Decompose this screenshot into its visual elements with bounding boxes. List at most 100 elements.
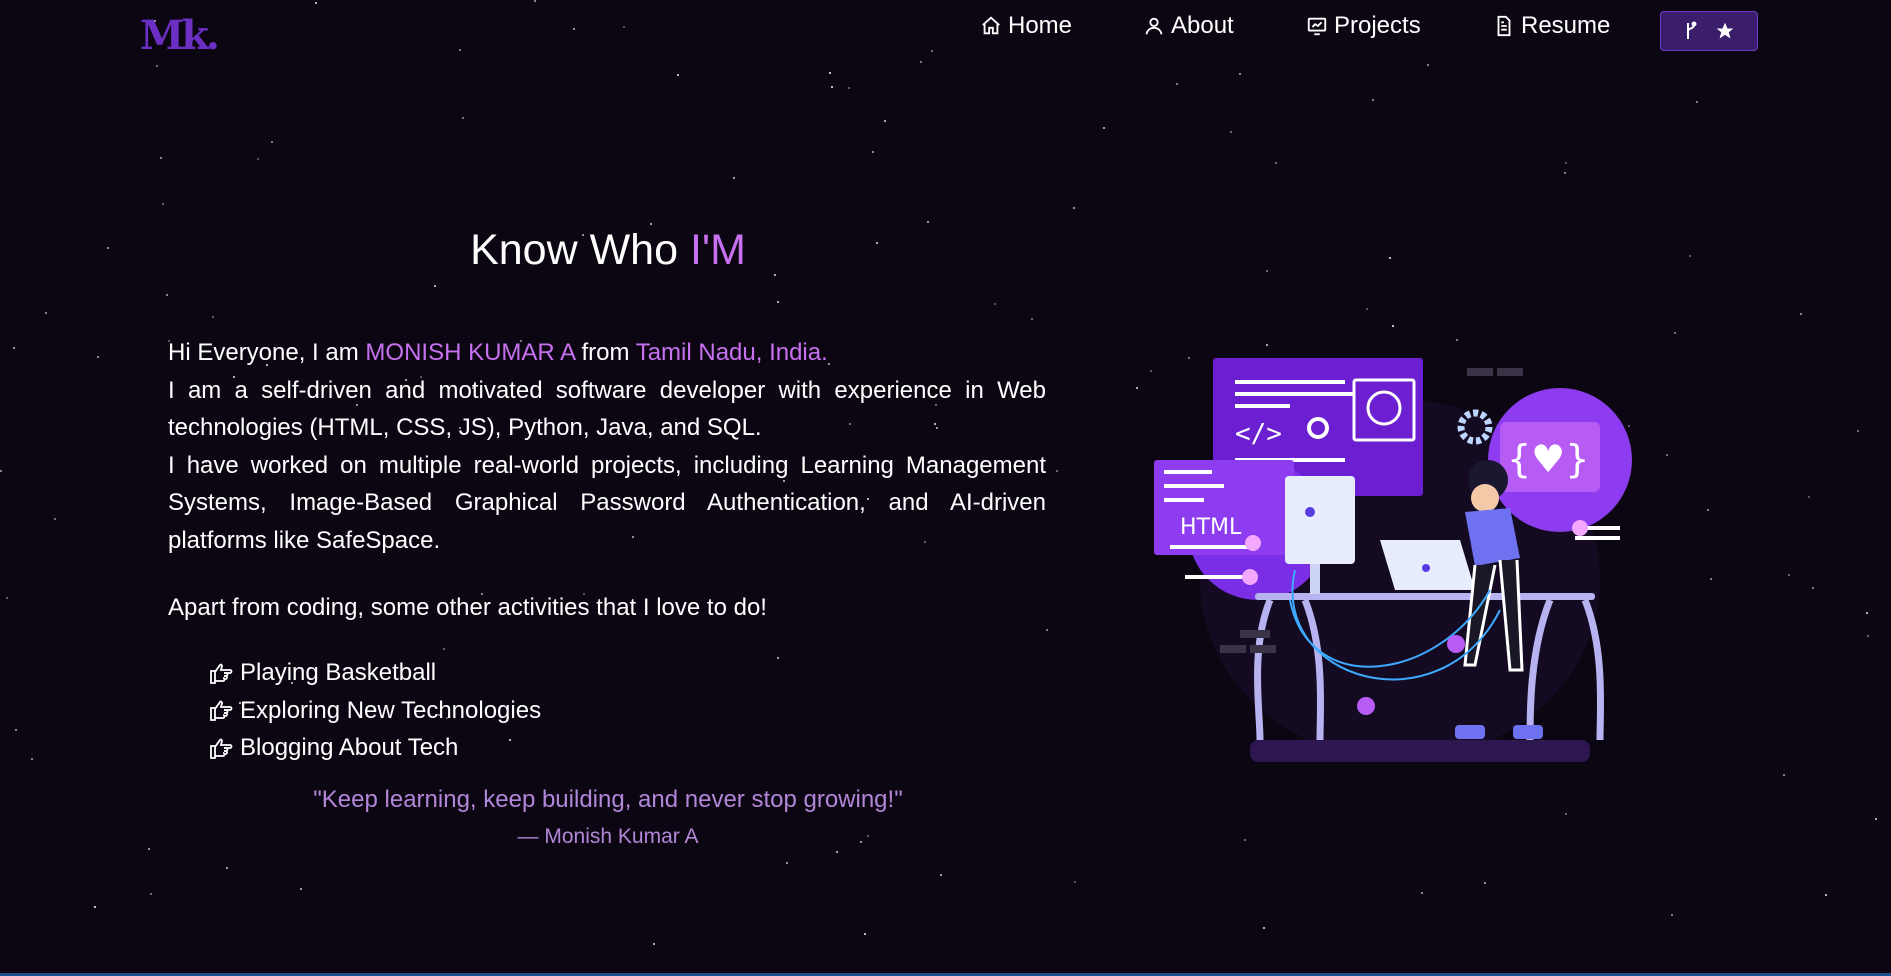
star-dot bbox=[1046, 629, 1048, 631]
star-dot bbox=[1866, 612, 1868, 614]
star-dot bbox=[1689, 255, 1691, 257]
nav-about[interactable]: About bbox=[1143, 12, 1234, 40]
star-dot bbox=[1671, 914, 1673, 916]
star-dot bbox=[534, 0, 536, 2]
heart-label: {♥} bbox=[1507, 437, 1589, 481]
star-dot bbox=[1565, 162, 1567, 164]
html-label: HTML bbox=[1180, 515, 1242, 540]
star-dot bbox=[884, 120, 886, 122]
nav-resume[interactable]: Resume bbox=[1493, 12, 1610, 40]
star-dot bbox=[0, 470, 2, 472]
star-dot bbox=[1263, 927, 1265, 929]
github-star-button[interactable] bbox=[1660, 11, 1758, 51]
activity-label: Blogging About Tech bbox=[240, 734, 459, 761]
pointing-hand-icon bbox=[210, 738, 233, 759]
star-dot bbox=[1812, 587, 1814, 589]
star-dot bbox=[733, 177, 735, 179]
star-dot bbox=[1825, 894, 1827, 896]
star-dot bbox=[777, 301, 779, 303]
star-dot bbox=[166, 294, 168, 296]
star-dot bbox=[1788, 574, 1790, 576]
activity-label: Playing Basketball bbox=[240, 659, 437, 686]
star-dot bbox=[6, 597, 8, 599]
star-dot bbox=[573, 28, 575, 30]
nav-projects-label: Projects bbox=[1334, 12, 1421, 39]
intro-line: Hi Everyone, I am MONISH KUMAR A from Ta… bbox=[168, 339, 828, 366]
star-dot bbox=[212, 316, 214, 318]
star-dot bbox=[160, 157, 162, 159]
star-dot bbox=[1800, 313, 1802, 315]
about-heading: Know Who I'M bbox=[470, 226, 746, 274]
star-dot bbox=[1875, 818, 1877, 820]
star-dot bbox=[836, 851, 838, 853]
document-icon bbox=[1497, 15, 1511, 37]
star-dot bbox=[931, 50, 933, 52]
nav-about-label: About bbox=[1171, 12, 1234, 39]
star-dot bbox=[97, 356, 99, 358]
star-dot bbox=[31, 758, 33, 760]
list-item: Exploring New Technologies bbox=[208, 692, 541, 730]
star-dot bbox=[1056, 470, 1058, 472]
star-dot bbox=[829, 72, 831, 74]
star-dot bbox=[45, 312, 47, 314]
star-dot bbox=[1421, 892, 1423, 894]
star-dot bbox=[1074, 881, 1076, 883]
star-dot bbox=[94, 906, 96, 908]
star-dot bbox=[872, 151, 874, 153]
star-dot bbox=[786, 862, 788, 864]
pointing-hand-icon bbox=[210, 700, 233, 722]
star-dot bbox=[315, 2, 317, 4]
star-dot bbox=[13, 347, 15, 349]
star-dot bbox=[162, 203, 164, 205]
star-dot bbox=[1031, 318, 1033, 320]
star-dot bbox=[1857, 430, 1859, 432]
star-icon bbox=[1716, 22, 1734, 39]
star-dot bbox=[920, 61, 922, 63]
nav-projects[interactable]: Projects bbox=[1306, 12, 1421, 40]
bio-paragraph-2: I have worked on multiple real-world pro… bbox=[168, 451, 1046, 554]
star-dot bbox=[1389, 257, 1391, 259]
chart-board-icon bbox=[1307, 17, 1327, 36]
home-icon bbox=[982, 16, 1000, 35]
site-logo[interactable]: Mk. bbox=[140, 12, 220, 59]
star-dot bbox=[257, 158, 259, 160]
activities-intro: Apart from coding, some other activities… bbox=[168, 594, 767, 621]
star-dot bbox=[1565, 813, 1567, 815]
star-dot bbox=[156, 65, 158, 67]
list-item: Playing Basketball bbox=[208, 654, 541, 692]
star-dot bbox=[1176, 83, 1178, 85]
star-dot bbox=[226, 867, 228, 869]
star-dot bbox=[650, 223, 652, 225]
star-dot bbox=[1666, 454, 1668, 456]
star-dot bbox=[1230, 131, 1232, 133]
quote-text: "Keep learning, keep building, and never… bbox=[313, 786, 903, 813]
pointing-hand-icon bbox=[210, 663, 233, 684]
list-item: Blogging About Tech bbox=[208, 729, 541, 767]
star-dot bbox=[1366, 308, 1368, 310]
bio-paragraph-1: I am a self-driven and motivated softwar… bbox=[168, 376, 1046, 442]
star-dot bbox=[1696, 101, 1698, 103]
star-dot bbox=[831, 86, 833, 88]
star-dot bbox=[653, 943, 655, 945]
author-location: Tamil Nadu, India. bbox=[635, 339, 828, 366]
user-icon bbox=[1145, 17, 1163, 35]
star-dot bbox=[623, 26, 625, 28]
star-dot bbox=[443, 648, 445, 650]
star-dot bbox=[677, 74, 679, 76]
nav-home-label: Home bbox=[1008, 12, 1073, 39]
star-dot bbox=[1073, 207, 1075, 209]
code-label: </> bbox=[1235, 419, 1282, 449]
star-dot bbox=[940, 874, 942, 876]
star-dot bbox=[848, 87, 850, 89]
star-dot bbox=[271, 141, 273, 143]
bio-text: Hi Everyone, I am MONISH KUMAR A from Ta… bbox=[168, 334, 1046, 559]
star-dot bbox=[459, 49, 461, 51]
star-dot bbox=[1710, 578, 1712, 580]
star-dot bbox=[1136, 387, 1138, 389]
star-dot bbox=[462, 117, 464, 119]
nav-home[interactable]: Home bbox=[980, 12, 1072, 40]
git-fork-icon bbox=[1687, 21, 1697, 39]
star-dot bbox=[994, 303, 996, 305]
developer-illustration: </> {♥} HTML bbox=[1154, 358, 1632, 762]
star-dot bbox=[1239, 73, 1241, 75]
